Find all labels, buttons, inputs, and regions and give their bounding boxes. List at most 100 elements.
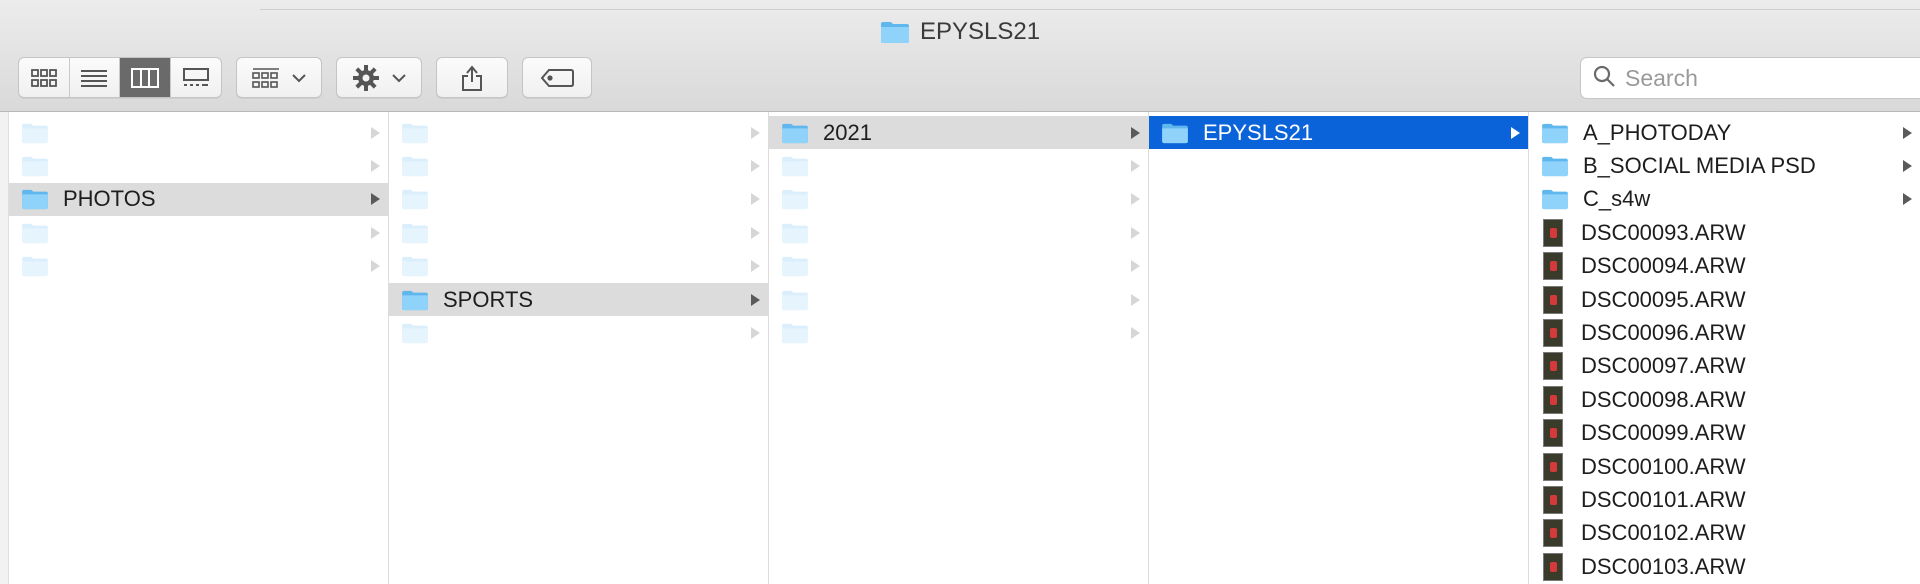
column-1: PHOTOS — [9, 112, 389, 584]
icon-view-button[interactable] — [19, 58, 70, 97]
disclosure-arrow-icon — [751, 226, 760, 239]
list-item-file[interactable]: DSC00101.ARW — [1529, 483, 1920, 516]
folder-icon — [401, 188, 429, 210]
disclosure-arrow-icon — [371, 126, 380, 139]
folder-icon — [401, 322, 429, 344]
disclosure-arrow-icon — [371, 193, 380, 206]
list-item[interactable] — [9, 116, 388, 149]
disclosure-arrow-icon — [751, 193, 760, 206]
list-item-file[interactable]: DSC00097.ARW — [1529, 350, 1920, 383]
disclosure-arrow-icon — [751, 160, 760, 173]
list-item-label: DSC00102.ARW — [1581, 520, 1746, 546]
disclosure-arrow-icon — [1511, 126, 1520, 139]
list-item-label: DSC00099.ARW — [1581, 420, 1746, 446]
folder-icon — [880, 20, 910, 44]
list-item-label: PHOTOS — [63, 186, 156, 212]
list-item[interactable] — [9, 250, 388, 283]
folder-icon — [21, 188, 49, 210]
disclosure-arrow-icon — [751, 327, 760, 340]
tag-icon — [540, 68, 574, 88]
list-item[interactable] — [389, 316, 768, 349]
list-item-folder[interactable]: A_PHOTODAY — [1529, 116, 1920, 149]
list-item-sports[interactable]: SPORTS — [389, 282, 768, 317]
list-item[interactable] — [389, 116, 768, 149]
disclosure-arrow-icon — [751, 260, 760, 273]
gallery-view-button[interactable] — [171, 58, 222, 97]
list-item-file[interactable]: DSC00102.ARW — [1529, 517, 1920, 550]
list-item[interactable] — [389, 149, 768, 182]
list-item-label: DSC00094.ARW — [1581, 253, 1746, 279]
list-item-2021[interactable]: 2021 — [769, 116, 1148, 150]
list-view-icon — [80, 69, 108, 87]
list-item[interactable] — [389, 250, 768, 283]
list-item[interactable] — [769, 149, 1148, 182]
action-menu-content — [337, 58, 421, 97]
list-item-file[interactable]: DSC00095.ARW — [1529, 283, 1920, 316]
image-file-icon — [1543, 385, 1563, 414]
list-item-label: DSC00097.ARW — [1581, 353, 1746, 379]
image-file-icon — [1543, 319, 1563, 348]
disclosure-arrow-icon — [1131, 260, 1140, 273]
list-item-label: DSC00100.ARW — [1581, 453, 1746, 479]
list-item-file[interactable]: DSC00103.ARW — [1529, 550, 1920, 583]
gallery-view-icon — [182, 67, 210, 88]
list-item-folder[interactable]: C_s4w — [1529, 183, 1920, 216]
column-view-icon — [130, 67, 159, 88]
list-item[interactable] — [769, 183, 1148, 216]
folder-icon — [21, 222, 49, 244]
folder-icon — [1161, 122, 1189, 144]
list-item[interactable] — [389, 183, 768, 216]
column-4: EPYSLS21 — [1149, 112, 1529, 584]
column-view-button[interactable] — [120, 58, 171, 97]
tag-button[interactable] — [522, 57, 592, 98]
folder-icon — [781, 122, 809, 144]
list-item[interactable] — [769, 250, 1148, 283]
image-file-icon — [1543, 452, 1563, 481]
action-menu-button[interactable] — [336, 57, 422, 98]
list-item-file[interactable]: DSC00099.ARW — [1529, 417, 1920, 450]
folder-icon — [1541, 155, 1569, 177]
search-input[interactable] — [1625, 64, 1885, 92]
list-item-file[interactable]: DSC00093.ARW — [1529, 216, 1920, 249]
group-by-button[interactable] — [236, 57, 322, 98]
list-item[interactable] — [769, 283, 1148, 316]
folder-icon — [781, 222, 809, 244]
group-by-content — [237, 58, 321, 97]
disclosure-arrow-icon — [1131, 327, 1140, 340]
list-item-file[interactable]: DSC00094.ARW — [1529, 250, 1920, 283]
search-field[interactable] — [1580, 57, 1920, 99]
list-item[interactable] — [769, 216, 1148, 249]
list-view-button[interactable] — [70, 58, 120, 97]
image-file-icon — [1543, 352, 1563, 381]
list-item-file[interactable]: DSC00098.ARW — [1529, 383, 1920, 416]
folder-icon — [781, 289, 809, 311]
toolbar: EPYSLS21 — [0, 0, 1920, 112]
list-item[interactable] — [9, 149, 388, 182]
list-item-label: DSC00093.ARW — [1581, 219, 1746, 245]
disclosure-arrow-icon — [1903, 126, 1912, 139]
list-item-label: DSC00096.ARW — [1581, 320, 1746, 346]
list-item[interactable] — [9, 216, 388, 249]
list-item-file[interactable]: DSC00096.ARW — [1529, 316, 1920, 349]
folder-icon — [781, 155, 809, 177]
window-title: EPYSLS21 — [0, 16, 1920, 48]
list-item-photos[interactable]: PHOTOS — [9, 182, 388, 217]
folder-icon — [21, 155, 49, 177]
image-file-icon — [1543, 252, 1563, 281]
image-file-icon — [1543, 285, 1563, 314]
image-file-icon — [1543, 552, 1563, 581]
list-item[interactable] — [389, 216, 768, 249]
list-item-epysls21[interactable]: EPYSLS21 — [1149, 116, 1528, 150]
list-item-label: DSC00098.ARW — [1581, 386, 1746, 412]
view-mode-control — [18, 57, 222, 98]
search-icon — [1593, 65, 1615, 92]
tag-content — [523, 58, 591, 97]
folder-icon — [401, 255, 429, 277]
share-button[interactable] — [436, 57, 508, 98]
disclosure-arrow-icon — [1903, 160, 1912, 173]
image-file-icon — [1543, 218, 1563, 247]
list-item-file[interactable]: DSC00100.ARW — [1529, 450, 1920, 483]
list-item[interactable] — [769, 316, 1148, 349]
list-item-folder[interactable]: B_SOCIAL MEDIA PSD — [1529, 149, 1920, 182]
image-file-icon — [1543, 485, 1563, 514]
